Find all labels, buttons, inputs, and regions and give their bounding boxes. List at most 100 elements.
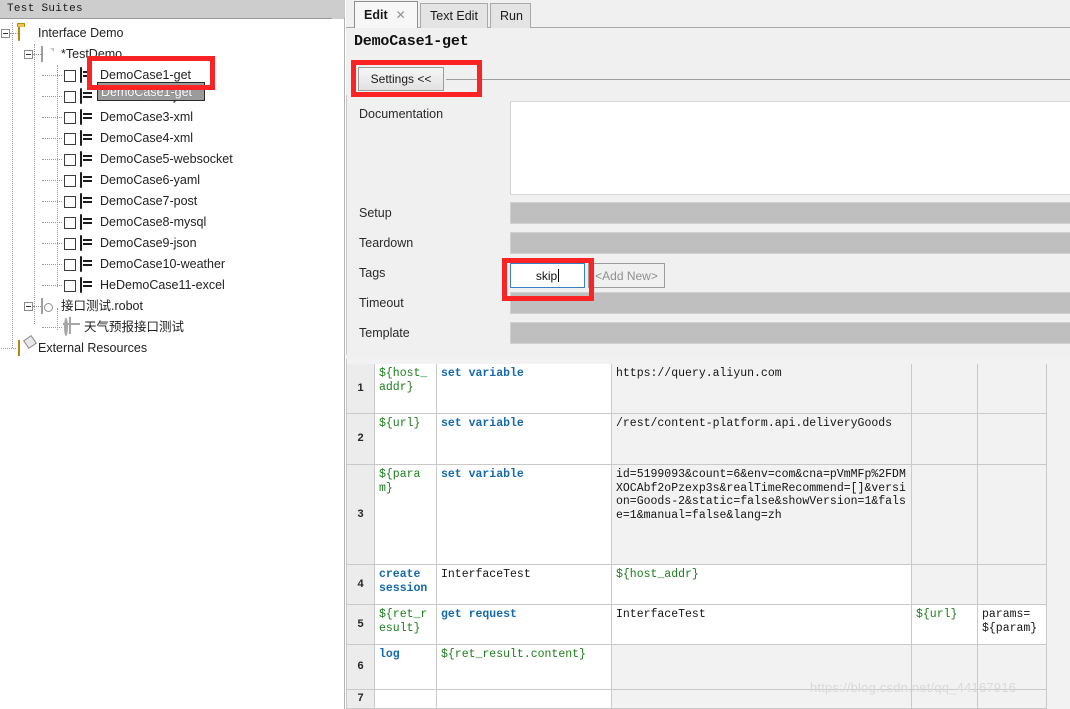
row-number: 1 [347,364,375,414]
tree-item-checkbox[interactable] [64,279,76,292]
settings-value-field[interactable] [510,202,1070,224]
settings-value-field[interactable] [510,232,1070,254]
table-cell[interactable]: /rest/content-platform.api.deliveryGoods [612,414,912,465]
tree-item-checkbox[interactable] [64,237,76,250]
tree-item-label: External Resources [38,341,148,355]
table-cell[interactable]: set variable [437,414,612,465]
table-cell[interactable] [978,645,1047,690]
table-cell[interactable] [978,690,1047,709]
table-cell[interactable] [978,465,1047,565]
table-cell[interactable] [612,645,912,690]
tree-item[interactable]: DemoCase4-xml [64,128,193,149]
tree-item-checkbox[interactable] [64,90,76,103]
testcase-icon [80,256,96,272]
tree-item[interactable]: 接口测试.robot [41,296,143,317]
tree-item[interactable]: HeDemoCase11-excel [64,275,225,296]
tree-item[interactable]: Interface Demo [18,23,123,44]
table-cell[interactable] [912,565,978,605]
table-cell[interactable]: InterfaceTest [612,605,912,645]
table-row[interactable]: 4 create session InterfaceTest ${host_addr} [347,565,1070,605]
tree-item[interactable]: DemoCase6-yaml [64,170,200,191]
tree-item[interactable]: DemoCase7-post [64,191,197,212]
tree-guide-line [42,75,62,76]
table-cell[interactable]: ${url} [375,414,437,465]
table-cell[interactable] [912,690,978,709]
testcase-icon [80,88,96,104]
row-number: 3 [347,465,375,565]
tab-edit[interactable]: Edit ✕ [354,1,418,28]
tree-item[interactable]: DemoCase3-xml [64,107,193,128]
tab-label: Edit [364,8,388,22]
settings-value-field[interactable] [510,292,1070,314]
tree-item[interactable]: External Resources [18,338,147,359]
table-cell[interactable] [912,465,978,565]
tree-item[interactable]: *TestDemo [41,44,122,65]
table-cell[interactable]: InterfaceTest [437,565,612,605]
tree-item[interactable]: DemoCase5-websocket [64,149,233,170]
settings-toggle-button[interactable]: Settings << [358,67,444,91]
tags-input[interactable]: skip [510,263,585,288]
application-window: Test Suites Interface Demo *TestDemo DemoC… [0,0,1070,709]
table-cell[interactable]: ${host_addr} [612,565,912,605]
tree-expander-collapse-icon[interactable] [24,50,33,59]
table-cell[interactable]: params=${param} [978,605,1047,645]
table-cell[interactable] [978,565,1047,605]
test-steps-grid[interactable]: 1 ${host_addr} set variable https://query.a… [346,359,1070,709]
table-cell[interactable]: log [375,645,437,690]
table-cell[interactable] [912,364,978,414]
table-row[interactable]: 6 log ${ret_result.content} [347,645,1070,690]
close-icon[interactable]: ✕ [396,8,406,22]
table-cell[interactable] [978,414,1047,465]
tab-text-edit[interactable]: Text Edit [420,3,488,28]
tree-item[interactable]: DemoCase8-mysql [64,212,206,233]
tree-item-checkbox[interactable] [64,195,76,208]
table-cell[interactable]: get request [437,605,612,645]
table-cell[interactable] [612,690,912,709]
tree-guide-line [42,96,62,97]
testcase-icon [80,172,96,188]
tree-item-checkbox[interactable] [64,174,76,187]
table-cell[interactable]: ${param} [375,465,437,565]
table-cell[interactable]: ${ret_result} [375,605,437,645]
tree-item-checkbox[interactable] [64,132,76,145]
tree-item[interactable]: 天气预报接口测试 [64,317,184,338]
table-cell[interactable]: id=5199093&count=6&env=com&cna=pVmMFp%2F… [612,465,912,565]
tree-item-checkbox[interactable] [64,69,76,82]
tree-guide-line [10,33,18,34]
table-cell[interactable]: https://query.aliyun.com [612,364,912,414]
table-cell[interactable] [437,690,612,709]
tree-item-checkbox[interactable] [64,258,76,271]
table-cell[interactable] [978,364,1047,414]
table-row[interactable]: 5 ${ret_result} get request InterfaceTest ${… [347,605,1070,645]
tree-item-checkbox[interactable] [64,111,76,124]
settings-value-field[interactable] [510,322,1070,344]
tree-guide-line [33,54,41,55]
table-cell[interactable] [912,414,978,465]
tags-add-new-button[interactable]: <Add New> [588,263,665,288]
table-row[interactable]: 2 ${url} set variable/rest/content-platfor… [347,414,1070,465]
rename-inline-editor[interactable]: DemoCase1-get [97,82,205,101]
table-row[interactable]: 1 ${host_addr} set variable https://query.a… [347,364,1070,414]
table-cell[interactable]: ${url} [912,605,978,645]
test-suites-tree[interactable]: Interface Demo *TestDemo DemoCase1-get Demo… [0,20,344,709]
table-cell[interactable]: set variable [437,465,612,565]
testcase-icon [80,235,96,251]
table-cell[interactable]: set variable [437,364,612,414]
table-row[interactable]: 3 ${param} set variable id=5199093&count=6&… [347,465,1070,565]
table-cell[interactable]: ${ret_result.content} [437,645,612,690]
tree-item[interactable]: DemoCase10-weather [64,254,225,275]
documentation-textarea[interactable] [510,101,1070,195]
tree-expander-collapse-icon[interactable] [1,29,10,38]
tree-item-checkbox[interactable] [64,153,76,166]
tab-run[interactable]: Run [490,3,531,28]
tree-item[interactable]: DemoCase9-json [64,233,197,254]
tree-expander-collapse-icon[interactable] [24,302,33,311]
table-cell[interactable] [912,645,978,690]
test-suites-panel: Test Suites Interface Demo *TestDemo DemoC… [0,0,345,709]
table-cell[interactable]: create session [375,565,437,605]
table-cell[interactable] [375,690,437,709]
table-cell[interactable]: ${host_addr} [375,364,437,414]
left-panel-scrollbar[interactable] [332,0,344,19]
table-row[interactable]: 7 [347,690,1070,709]
tree-item-checkbox[interactable] [64,216,76,229]
